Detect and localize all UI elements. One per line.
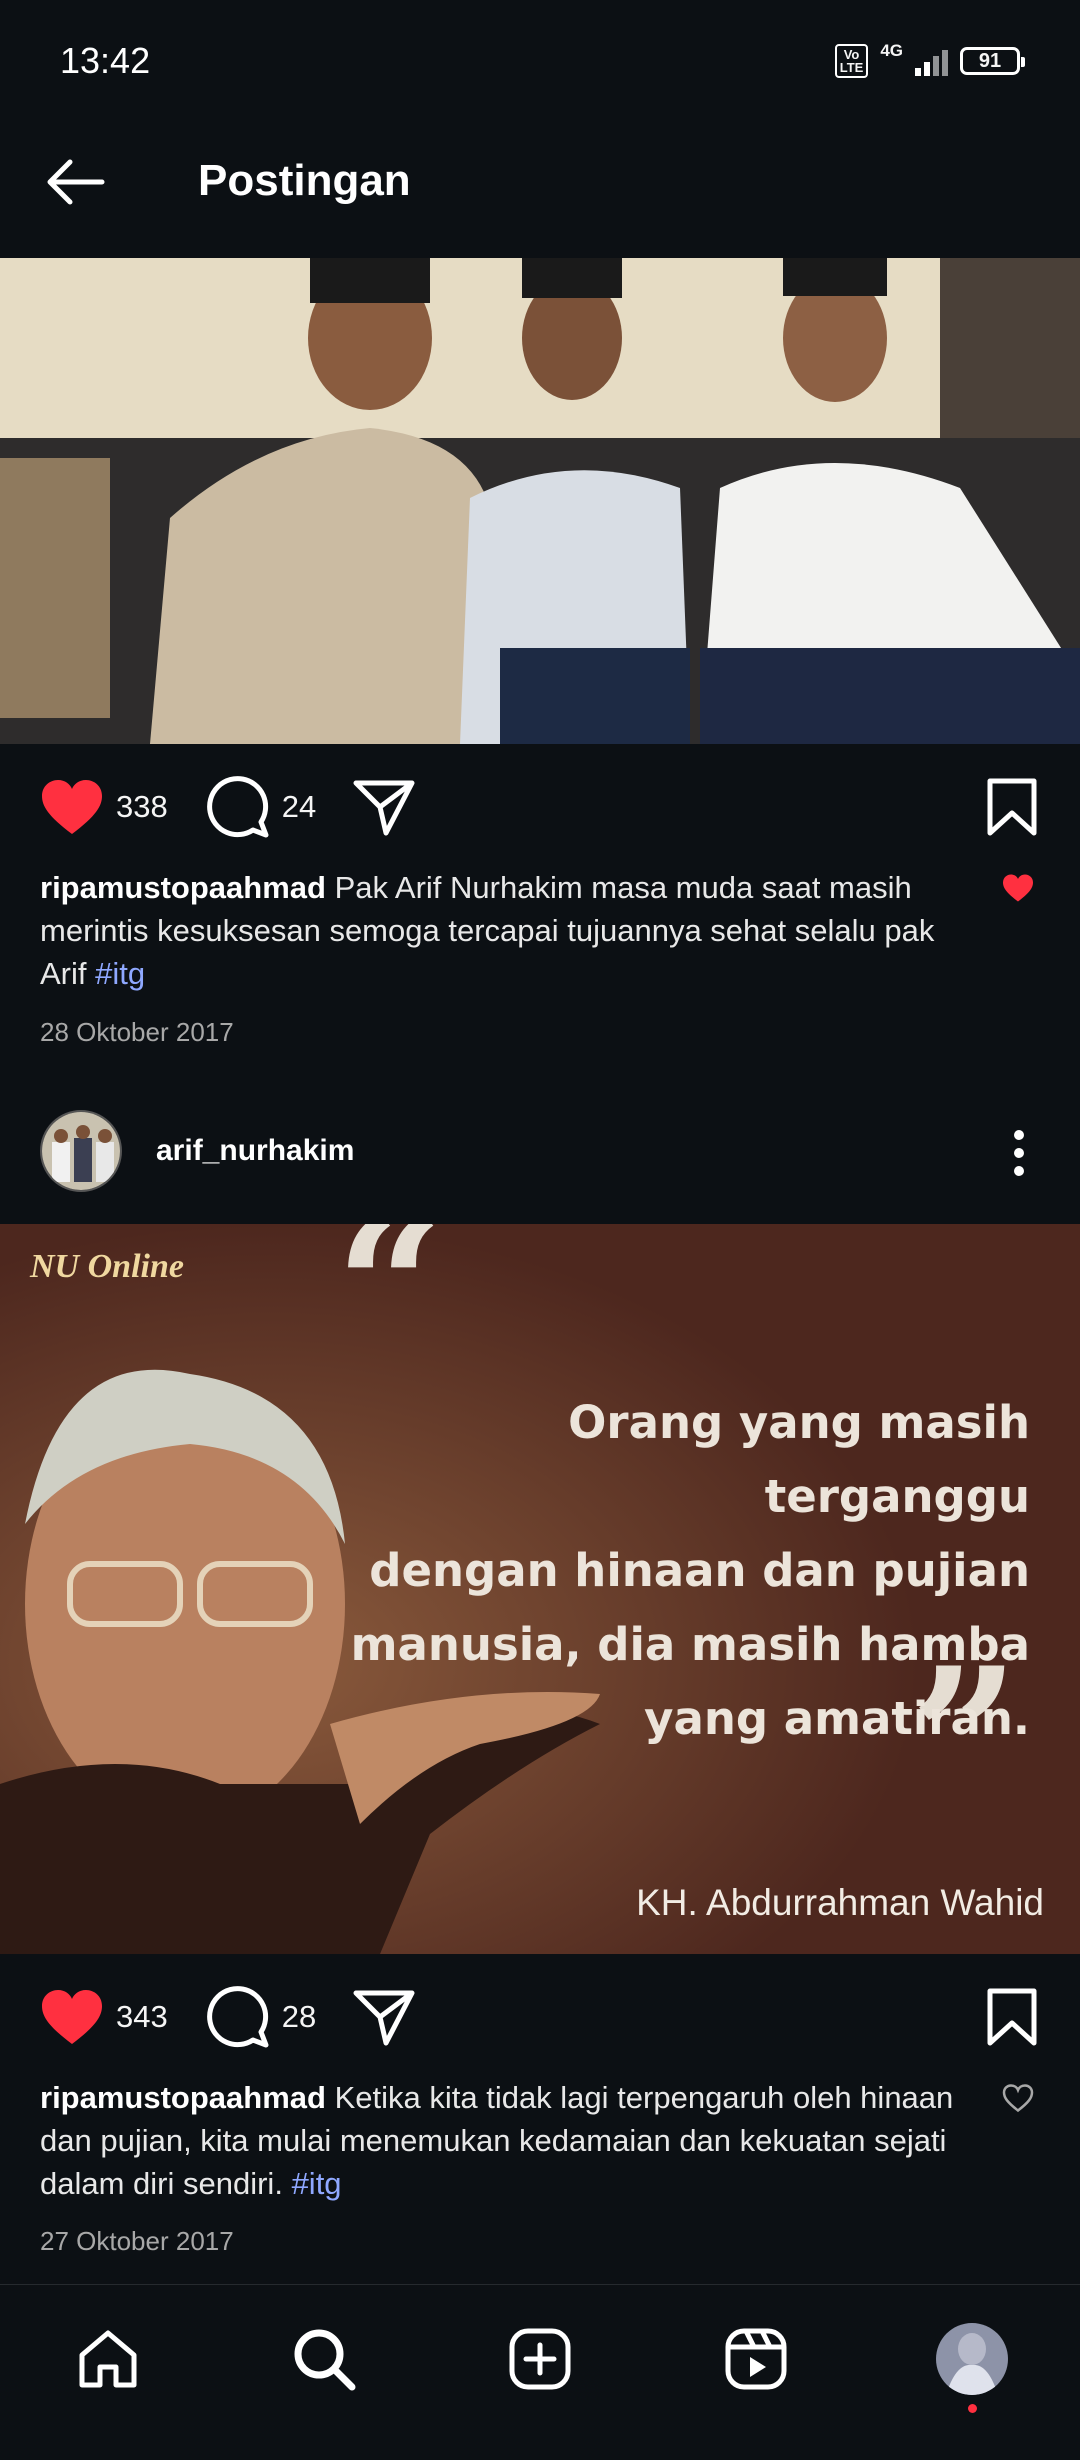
caption-username[interactable]: ripamustopaahmad xyxy=(40,2080,326,2115)
comment-icon xyxy=(206,1986,269,2048)
bookmark-icon[interactable] xyxy=(984,1987,1040,2047)
like-button[interactable]: 343 xyxy=(40,1988,168,2046)
nav-search[interactable] xyxy=(284,2319,364,2399)
svg-text:“: “ xyxy=(335,1224,444,1399)
bottom-nav xyxy=(0,2284,1080,2460)
comment-count: 24 xyxy=(281,789,317,824)
reels-icon xyxy=(725,2328,787,2390)
comment-button[interactable]: 24 xyxy=(206,775,316,839)
notification-dot xyxy=(968,2404,977,2413)
nu-online-logo: NU Online xyxy=(30,1248,184,1285)
bookmark-icon[interactable] xyxy=(984,777,1040,837)
nav-reels[interactable] xyxy=(716,2319,796,2399)
post-date: 27 Oktober 2017 xyxy=(40,2226,234,2256)
comment-icon xyxy=(206,776,269,838)
add-square-icon xyxy=(509,2328,571,2390)
hashtag-link[interactable]: #itg xyxy=(95,956,145,991)
comment-button[interactable]: 28 xyxy=(206,1985,316,2049)
status-time: 13:42 xyxy=(60,40,151,81)
author-avatar[interactable] xyxy=(40,1110,122,1192)
page-title: Postingan xyxy=(198,156,411,205)
post-photo xyxy=(0,258,1080,744)
battery-icon: 91 xyxy=(960,47,1025,75)
heart-icon xyxy=(42,1990,102,2044)
more-vertical-icon[interactable] xyxy=(1012,1130,1026,1176)
status-icons: Vo LTE 4G 91 xyxy=(834,41,1025,78)
arrow-left-icon[interactable] xyxy=(40,152,110,212)
post-author-row: arif_nurhakim xyxy=(40,1110,354,1192)
author-username[interactable]: arif_nurhakim xyxy=(156,1134,354,1168)
hashtag-link[interactable]: #itg xyxy=(292,2166,342,2201)
nav-profile[interactable] xyxy=(932,2319,1012,2413)
post-caption: ripamustopaahmad Ketika kita tidak lagi … xyxy=(40,2076,960,2205)
nav-home[interactable] xyxy=(68,2319,148,2399)
caption-like-heart-icon[interactable] xyxy=(1002,2083,1034,2113)
send-icon[interactable] xyxy=(352,1987,416,2047)
quote-attribution: KH. Abdurrahman Wahid xyxy=(636,1882,1044,1923)
home-icon xyxy=(79,2330,137,2388)
signal-icon xyxy=(915,46,948,76)
like-count: 338 xyxy=(116,789,168,824)
like-count: 343 xyxy=(116,1999,168,2034)
caption-like-heart-icon[interactable] xyxy=(1002,873,1034,903)
volte-icon: Vo LTE xyxy=(834,44,869,78)
post-caption: ripamustopaahmad Pak Arif Nurhakim masa … xyxy=(40,866,960,995)
post-image[interactable]: “ ” NU Online Orang yang masih terganggu… xyxy=(0,1224,1080,1954)
post-image[interactable] xyxy=(0,258,1080,744)
heart-icon xyxy=(42,780,102,834)
profile-avatar xyxy=(936,2323,1008,2395)
like-button[interactable]: 338 xyxy=(40,778,168,836)
search-icon xyxy=(294,2329,356,2391)
nav-create[interactable] xyxy=(500,2319,580,2399)
post-date: 28 Oktober 2017 xyxy=(40,1017,234,1047)
quote-text: Orang yang masih terganggu dengan hinaan… xyxy=(350,1396,1030,1745)
send-icon[interactable] xyxy=(352,777,416,837)
caption-username[interactable]: ripamustopaahmad xyxy=(40,870,326,905)
post-actions: 338 24 xyxy=(40,772,1040,842)
network-type: 4G xyxy=(880,41,903,60)
post-actions: 343 28 xyxy=(40,1982,1040,2052)
comment-count: 28 xyxy=(281,1999,317,2034)
